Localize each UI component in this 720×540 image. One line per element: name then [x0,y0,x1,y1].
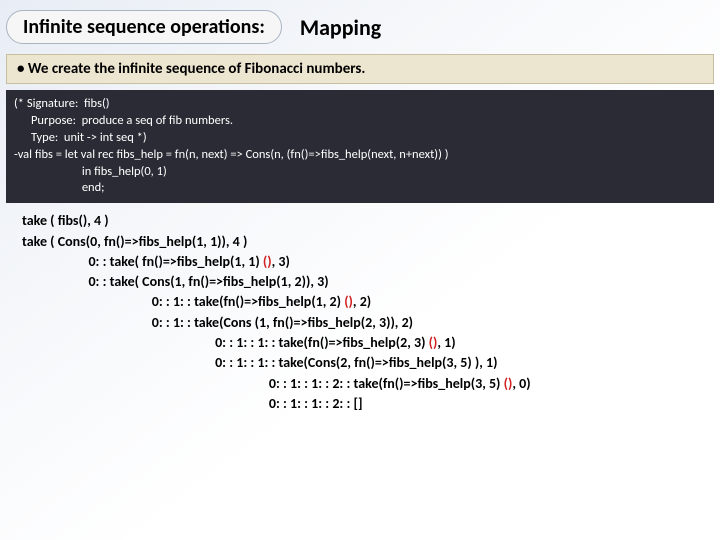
trace-l5b: () [344,293,353,310]
title-left-text: Infinite sequence operations: [23,15,265,39]
trace-l8: 0: : 1: : 1: : take(Cons(2, fn()=>fibs_h… [22,354,498,371]
bullet-text: • We create the infinite sequence of Fib… [17,60,365,78]
trace-l3a: 0: : take( fn()=>fibs_help(1, 1) [22,253,263,270]
trace-l5a: 0: : 1: : take(fn()=>fibs_help(1, 2) [22,293,344,310]
code-block: (* Signature: fibs() Purpose: produce a … [6,90,714,203]
title-bubble: Infinite sequence operations: [6,10,282,44]
code-line-5: in fibs_help(0, 1) [14,164,167,179]
trace-l5c: , 2) [353,293,371,310]
trace-l7a: 0: : 1: : 1: : take(fn()=>fibs_help(2, 3… [22,334,429,351]
code-line-3: Type: unit -> int seq *) [14,130,147,145]
code-line-2: Purpose: produce a seq of fib numbers. [14,113,233,128]
trace-l9a: 0: : 1: : 1: : 2: : take(fn()=>fibs_help… [22,375,504,392]
trace-l1: take ( fibs(), 4 ) [22,212,109,229]
title-right-text: Mapping [300,14,381,41]
trace-l6: 0: : 1: : take(Cons (1, fn()=>fibs_help(… [22,314,413,331]
trace-block: take ( fibs(), 4 ) take ( Cons(0, fn()=>… [22,211,710,414]
code-line-1: (* Signature: fibs() [14,96,110,111]
slide-header: Infinite sequence operations: Mapping [0,0,720,50]
bullet-bar: • We create the infinite sequence of Fib… [6,54,714,84]
trace-l4: 0: : take( Cons(1, fn()=>fibs_help(1, 2)… [22,273,329,290]
trace-l10: 0: : 1: : 1: : 2: : [] [22,395,363,412]
trace-l3c: , 3) [272,253,290,270]
code-line-4: -val fibs = let val rec fibs_help = fn(n… [14,147,448,162]
trace-l2: take ( Cons(0, fn()=>fibs_help(1, 1)), 4… [22,233,247,250]
code-line-6: end; [14,180,105,195]
trace-l3b: () [263,253,272,270]
trace-l9c: , 0) [512,375,530,392]
trace-l7c: , 1) [437,334,455,351]
